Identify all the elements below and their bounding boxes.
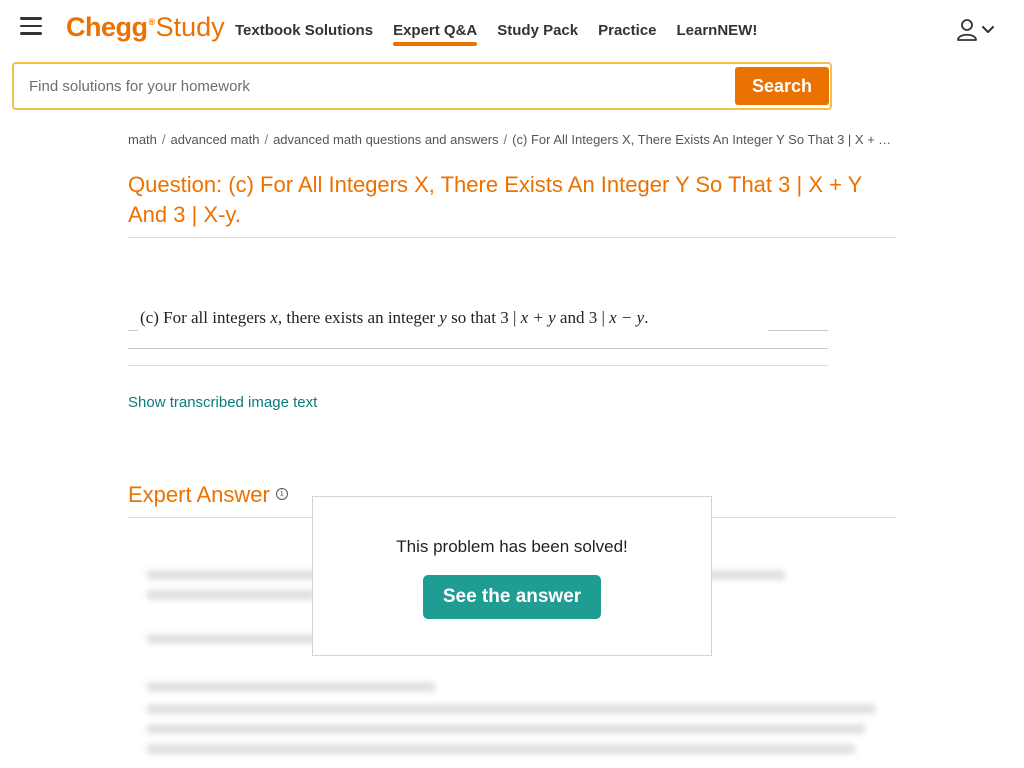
breadcrumb: math / advanced math / advanced math questio… [128,132,896,147]
user-icon [957,19,977,41]
show-transcribed-link[interactable]: Show transcribed image text [128,394,317,411]
breadcrumb-current: (c) For All Integers X, There Exists An … [512,132,896,147]
question-image: (c) For all integers x, there exists an … [128,296,828,350]
image-divider [128,365,828,366]
info-icon[interactable]: i [275,488,288,501]
main-nav: Textbook Solutions Expert Q&A Study Pack… [235,22,758,46]
user-account-menu[interactable] [956,18,994,42]
chegg-study-logo[interactable]: Chegg®Study [66,12,225,43]
search-button[interactable]: Search [735,67,829,105]
nav-learn-new[interactable]: LearnNEW! [677,22,758,42]
solved-message: This problem has been solved! [396,537,628,556]
expert-answer-title: Expert Answer [128,482,270,507]
logo-study-text: Study [155,12,225,42]
question-image-text: (c) For all integers x, there exists an … [140,308,649,327]
title-divider [128,237,896,238]
chevron-down-icon [982,26,994,33]
nav-expert-qa[interactable]: Expert Q&A [393,22,478,46]
nav-textbook-solutions[interactable]: Textbook Solutions [235,22,373,42]
breadcrumb-math[interactable]: math [128,132,157,147]
nav-study-pack[interactable]: Study Pack [497,22,578,42]
nav-practice[interactable]: Practice [598,22,656,42]
expert-answer-heading: Expert Answer i [128,482,288,508]
see-answer-button[interactable]: See the answer [423,575,601,619]
search-bar: Search [12,62,832,110]
breadcrumb-questions-answers[interactable]: advanced math questions and answers [273,132,498,147]
breadcrumb-advanced-math[interactable]: advanced math [171,132,260,147]
solved-overlay: This problem has been solved! See the an… [312,496,712,656]
hamburger-menu-icon[interactable] [20,17,42,35]
top-header: Chegg®Study Textbook Solutions Expert Q&… [0,0,1024,60]
logo-chegg-text: Chegg [66,12,148,42]
logo-registered-mark: ® [148,17,156,27]
question-title: Question: (c) For All Integers X, There … [128,172,862,227]
search-input[interactable] [20,69,732,103]
